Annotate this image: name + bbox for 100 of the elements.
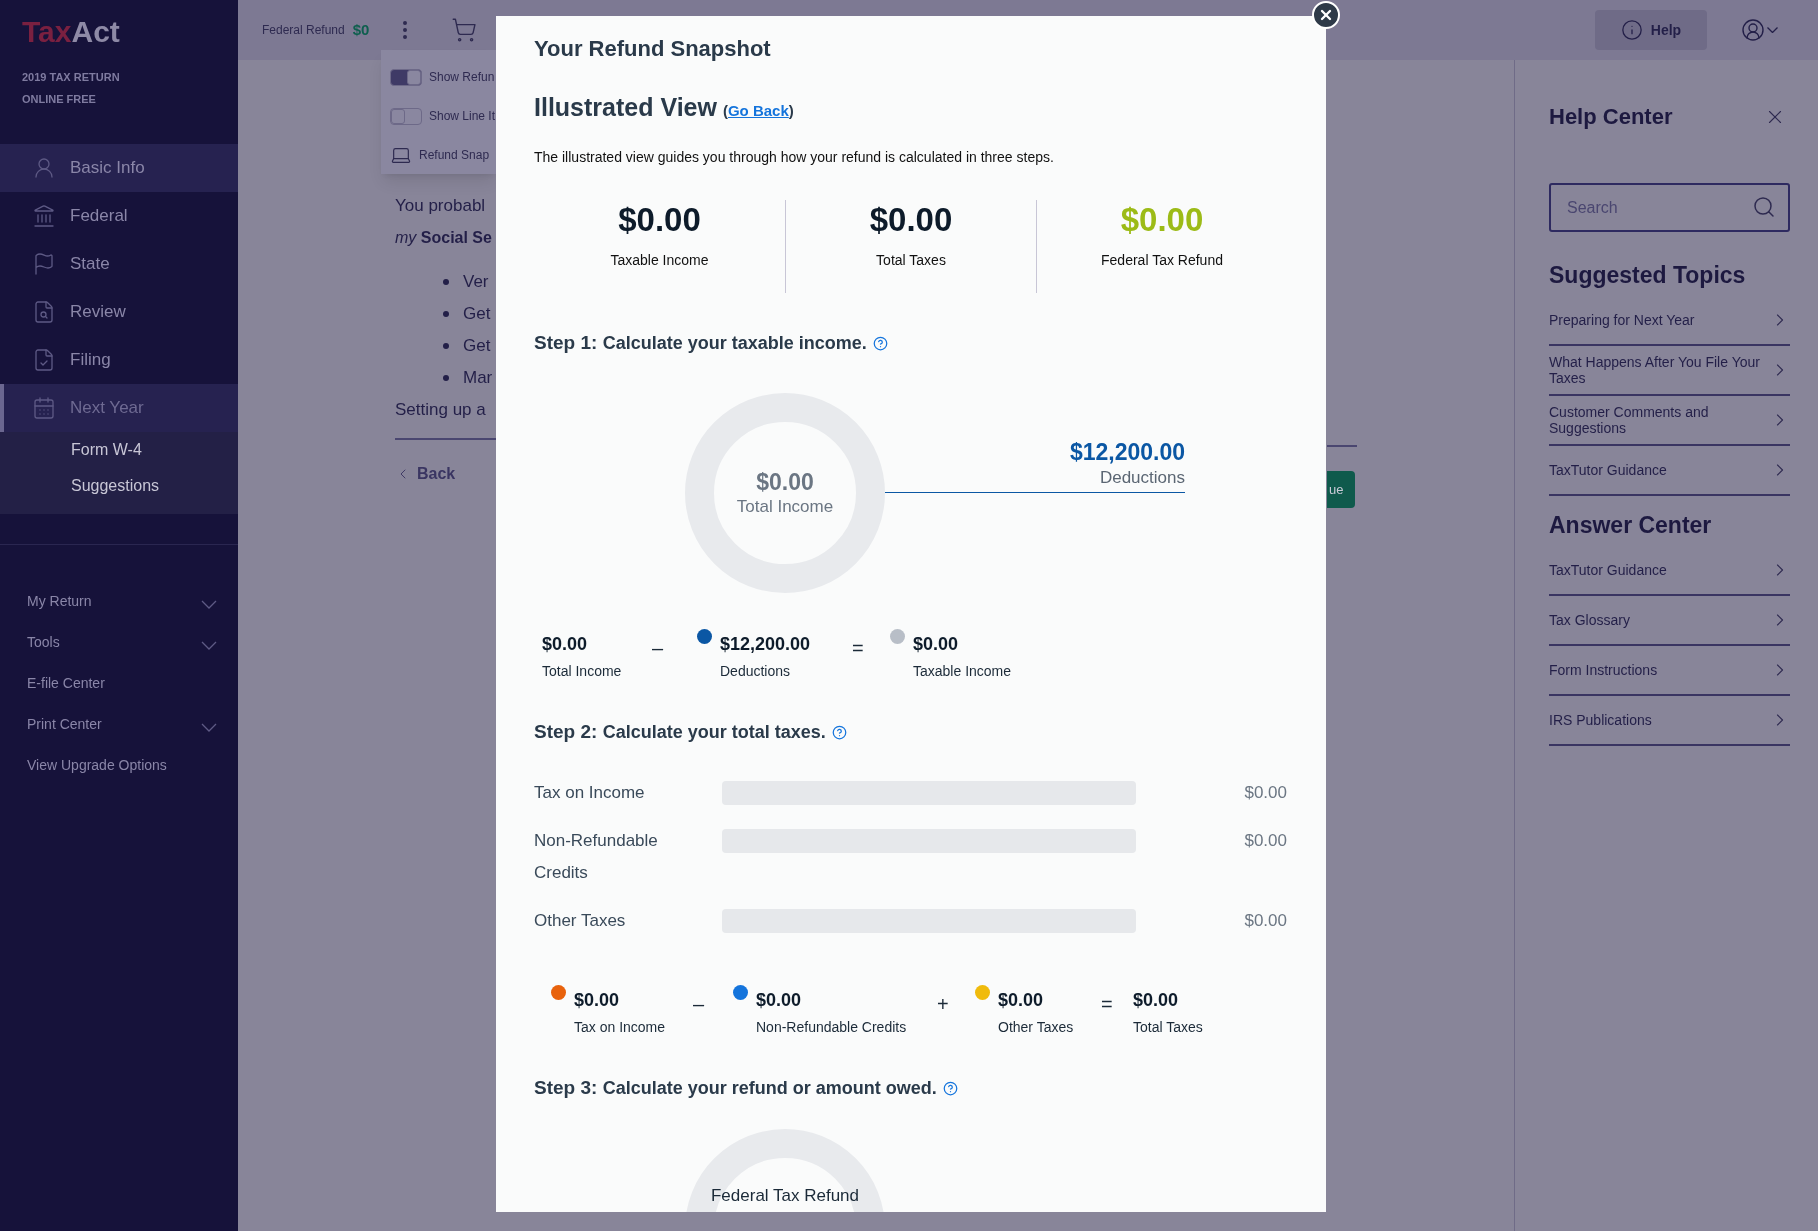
term-label: Tax on Income <box>574 1018 666 1037</box>
donut-label: Federal Tax Refund <box>709 1185 861 1207</box>
bar-label: Tax on Income <box>534 782 646 804</box>
list-item: Mar <box>463 367 493 390</box>
toggle-switch[interactable] <box>390 107 422 125</box>
topic-link[interactable]: Preparing for Next Year <box>1549 296 1790 346</box>
topic-link[interactable]: Tax Glossary <box>1549 596 1790 646</box>
help-icon[interactable] <box>831 724 847 740</box>
bar-value: $0.00 <box>1243 910 1287 932</box>
tool-link[interactable]: My Return <box>27 591 92 612</box>
summary-label: Federal Tax Refund <box>1101 251 1223 270</box>
operator-sign: – <box>652 637 665 659</box>
help-icon[interactable] <box>872 335 888 351</box>
term-value: $12,200.00 <box>720 633 811 655</box>
list-item: Get <box>463 335 491 358</box>
topic-link[interactable]: What Happens After You File Your Taxes <box>1549 346 1790 396</box>
menu-item[interactable]: Show Refun <box>429 68 495 87</box>
continue-button[interactable]: ue <box>1327 471 1355 508</box>
menu-item[interactable]: Refund Snap <box>419 145 490 164</box>
tool-link[interactable]: Print Center <box>27 714 102 735</box>
step-heading: Step 2: Calculate your total taxes. <box>534 720 826 744</box>
term-value: $0.00 <box>542 633 589 655</box>
nav-item[interactable]: Federal <box>0 192 238 240</box>
return-label: ONLINE FREE <box>22 92 97 106</box>
go-back-link[interactable]: Go Back <box>727 100 789 123</box>
back-link[interactable]: Back <box>395 462 496 486</box>
step-heading: Step 1: Calculate your taxable income. <box>534 331 867 355</box>
paren: ) <box>788 101 794 121</box>
calendar-icon <box>32 396 56 420</box>
topic-link[interactable]: TaxTutor Guidance <box>1549 446 1790 496</box>
nav-item[interactable]: State <box>0 240 238 288</box>
help-button[interactable]: Help <box>1595 10 1707 50</box>
list-item: Get <box>463 303 491 326</box>
nav-subitem[interactable]: Form W-4 <box>0 432 238 468</box>
description: The illustrated view guides you through how your refund is calculated in three steps. <box>534 148 1055 167</box>
summary-label: Total Taxes <box>876 251 946 270</box>
tool-link[interactable]: View Upgrade Options <box>27 755 167 776</box>
close-icon <box>1318 7 1334 23</box>
nav-item[interactable]: Filing <box>0 336 238 384</box>
chevron-down-icon[interactable] <box>1767 27 1778 33</box>
topic-link[interactable]: IRS Publications <box>1549 696 1790 746</box>
term-label: Total Income <box>542 662 622 681</box>
bar-label: Non-Refundable Credits <box>534 830 659 884</box>
term-label: Non-Refundable Credits <box>756 1018 907 1037</box>
logo: TaxAct <box>21 14 121 50</box>
bar-label: Other Taxes <box>534 910 627 932</box>
search-icon[interactable] <box>1752 195 1776 219</box>
section-heading: Suggested Topics <box>1549 261 1747 290</box>
operator-sign: + <box>937 993 950 1015</box>
summary-value: $0.00 <box>1120 200 1204 240</box>
chevron-down-icon[interactable] <box>201 600 217 609</box>
operator-sign: = <box>1101 993 1114 1015</box>
donut-label: Total Income <box>736 496 834 518</box>
term-value: $0.00 <box>913 633 960 655</box>
person-icon <box>32 156 56 180</box>
panel-title: Help Center <box>1549 103 1673 131</box>
topic-link[interactable]: TaxTutor Guidance <box>1549 546 1790 596</box>
return-label: 2019 TAX RETURN <box>22 70 121 84</box>
topic-link[interactable]: Form Instructions <box>1549 646 1790 696</box>
summary-value: $0.00 <box>618 200 701 240</box>
donut-value: $0.00 <box>756 468 814 496</box>
refund-label: Federal Refund <box>262 22 345 39</box>
nav-item[interactable]: Review <box>0 288 238 336</box>
bar-value: $0.00 <box>1243 830 1287 852</box>
body-text: You probabl <box>395 195 487 217</box>
info-icon <box>1620 19 1643 41</box>
flag-icon <box>32 252 56 276</box>
menu-item[interactable]: Show Line It <box>429 107 496 125</box>
tool-link[interactable]: Tools <box>27 632 60 653</box>
tool-link[interactable]: E-file Center <box>27 673 105 694</box>
user-icon[interactable] <box>1741 18 1765 42</box>
term-value: $0.00 <box>1133 989 1180 1011</box>
bar-value: $0.00 <box>1243 782 1287 804</box>
cart-icon[interactable] <box>451 17 478 43</box>
summary-label: Taxable Income <box>610 251 709 270</box>
term-value: $0.00 <box>574 989 621 1011</box>
refund-amount: $0 <box>352 19 370 40</box>
operator-sign: – <box>693 993 706 1015</box>
nav-item[interactable]: Basic Info <box>0 144 238 192</box>
body-text: my Social Se <box>395 228 493 248</box>
term-label: Deductions <box>720 662 792 681</box>
operator-sign: = <box>852 637 865 659</box>
list-item: Ver <box>463 271 489 294</box>
section-heading: Answer Center <box>1549 511 1713 540</box>
term-value: $0.00 <box>756 989 803 1011</box>
term-label: Other Taxes <box>998 1018 1074 1037</box>
nav-subitem[interactable]: Suggestions <box>0 468 238 504</box>
paren: ( <box>722 101 728 121</box>
dialog-title: Your Refund Snapshot <box>534 35 772 63</box>
deductions-label: Deductions <box>1099 467 1185 489</box>
term-label: Taxable Income <box>913 662 1012 681</box>
toggle-switch[interactable] <box>390 68 422 86</box>
building-icon <box>32 204 56 228</box>
body-text: Setting up a <box>395 399 487 421</box>
chevron-down-icon[interactable] <box>201 641 217 650</box>
help-icon[interactable] <box>942 1080 958 1096</box>
chevron-down-icon[interactable] <box>201 723 217 732</box>
nav-item[interactable]: Next Year <box>0 384 238 432</box>
topic-link[interactable]: Customer Comments and Suggestions <box>1549 396 1790 446</box>
search-field[interactable]: Search <box>1549 183 1790 232</box>
